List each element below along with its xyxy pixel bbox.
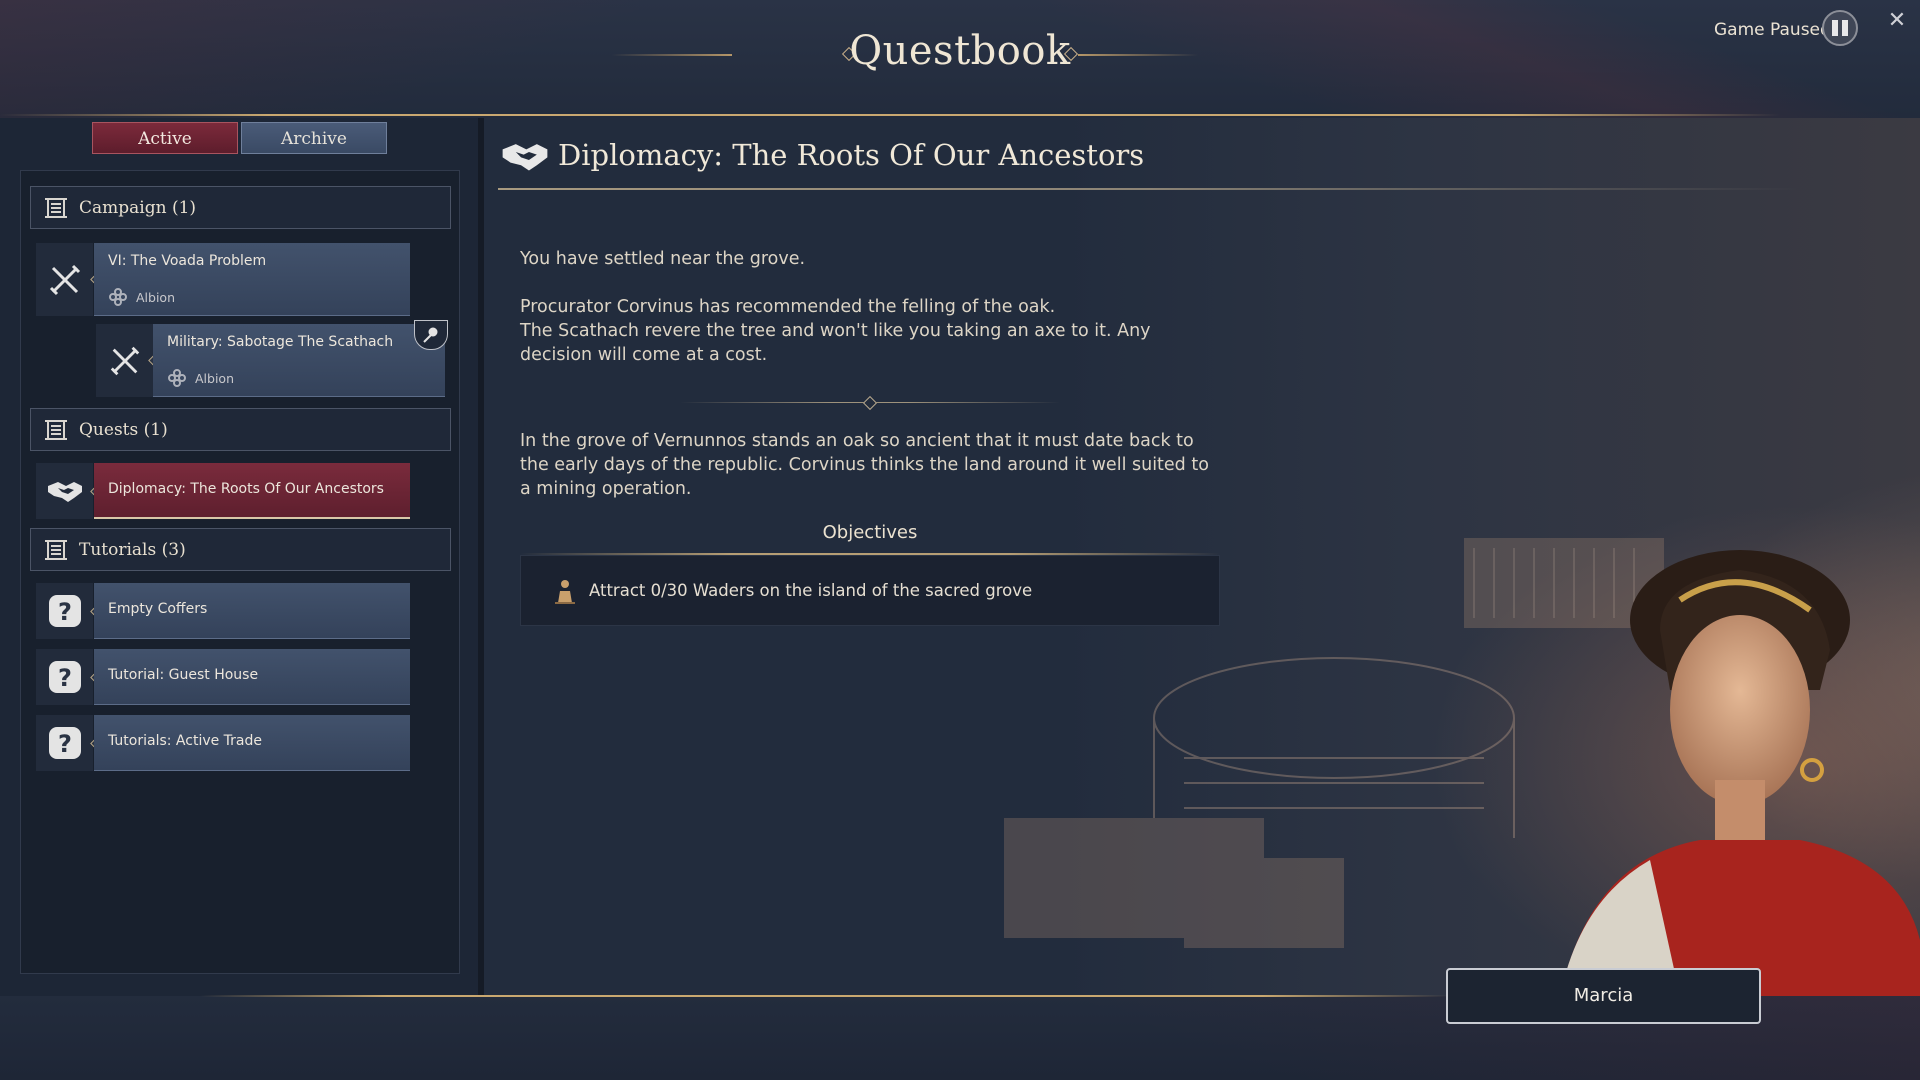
section-quests[interactable]: Quests (1)	[30, 408, 451, 451]
close-button[interactable]: ✕	[1886, 10, 1908, 32]
header-gold-line	[0, 114, 1780, 116]
tutorial-item-active-trade[interactable]: Tutorials: Active Trade	[94, 715, 410, 771]
quest-item-sabotage-scathach[interactable]: Military: Sabotage The Scathach Albion	[153, 324, 445, 397]
handshake-icon	[36, 463, 93, 519]
wader-icon	[555, 579, 575, 604]
tab-active[interactable]: Active	[92, 122, 238, 154]
quest-region: Albion	[108, 287, 175, 307]
quest-label: Tutorial: Guest House	[108, 667, 259, 683]
quest-title: Diplomacy: The Roots Of Our Ancestors	[558, 138, 1145, 172]
scroll-icon	[39, 535, 73, 565]
title-ornament-left	[612, 54, 732, 56]
footer-gold-line	[200, 995, 1450, 997]
quest-label: Diplomacy: The Roots Of Our Ancestors	[108, 481, 384, 497]
quest-label: Military: Sabotage The Scathach	[167, 334, 394, 350]
svg-text:?: ?	[58, 664, 72, 692]
section-label: Campaign (1)	[79, 197, 197, 218]
character-name-plate: Marcia	[1446, 968, 1761, 1024]
quest-label: Empty Coffers	[108, 601, 208, 617]
pause-button[interactable]	[1822, 10, 1858, 46]
title-ornament-right	[1078, 54, 1198, 56]
quest-label: VI: The Voada Problem	[108, 253, 267, 269]
game-paused-label: Game Paused	[1714, 20, 1831, 40]
pause-icon	[1832, 20, 1838, 36]
region-icon	[168, 369, 186, 387]
question-icon: ?	[36, 583, 93, 639]
quest-description-line: Procurator Corvinus has recommended the …	[520, 297, 1056, 317]
question-icon: ?	[36, 649, 93, 705]
objectives-title: Objectives	[822, 522, 918, 543]
pin-icon	[423, 327, 438, 343]
scroll-icon	[39, 415, 73, 445]
objective-text: Attract 0/30 Waders on the island of the…	[589, 581, 1033, 600]
page-title: Questbook	[849, 28, 1071, 74]
quest-item-voada-problem[interactable]: VI: The Voada Problem Albion	[94, 243, 410, 316]
close-icon: ✕	[1887, 8, 1907, 33]
track-pin-button[interactable]	[414, 320, 448, 350]
quest-label: Tutorials: Active Trade	[108, 733, 263, 749]
tab-archive[interactable]: Archive	[241, 122, 387, 154]
objective-row: Attract 0/30 Waders on the island of the…	[520, 555, 1220, 626]
quest-lore-text: In the grove of Vernunnos stands an oak …	[520, 431, 1209, 499]
crossed-swords-icon	[96, 324, 153, 397]
region-icon	[109, 288, 127, 306]
svg-text:?: ?	[58, 598, 72, 626]
section-label: Tutorials (3)	[79, 539, 186, 560]
quest-description-intro: You have settled near the grove.	[520, 249, 806, 269]
section-campaign[interactable]: Campaign (1)	[30, 186, 451, 229]
character-portrait	[1560, 550, 1920, 996]
tutorial-item-empty-coffers[interactable]: Empty Coffers	[94, 583, 410, 639]
quest-region: Albion	[167, 368, 234, 388]
section-tutorials[interactable]: Tutorials (3)	[30, 528, 451, 571]
svg-text:?: ?	[58, 730, 72, 758]
title-underline	[498, 188, 1798, 190]
quest-item-roots-of-ancestors[interactable]: Diplomacy: The Roots Of Our Ancestors	[94, 463, 410, 519]
handshake-icon	[500, 136, 550, 182]
scroll-icon	[39, 193, 73, 223]
quest-description-line: The Scathach revere the tree and won't l…	[520, 321, 1151, 365]
panel-separator	[478, 118, 484, 996]
section-label: Quests (1)	[79, 419, 168, 440]
crossed-swords-icon	[36, 243, 93, 316]
tutorial-item-guest-house[interactable]: Tutorial: Guest House	[94, 649, 410, 705]
question-icon: ?	[36, 715, 93, 771]
